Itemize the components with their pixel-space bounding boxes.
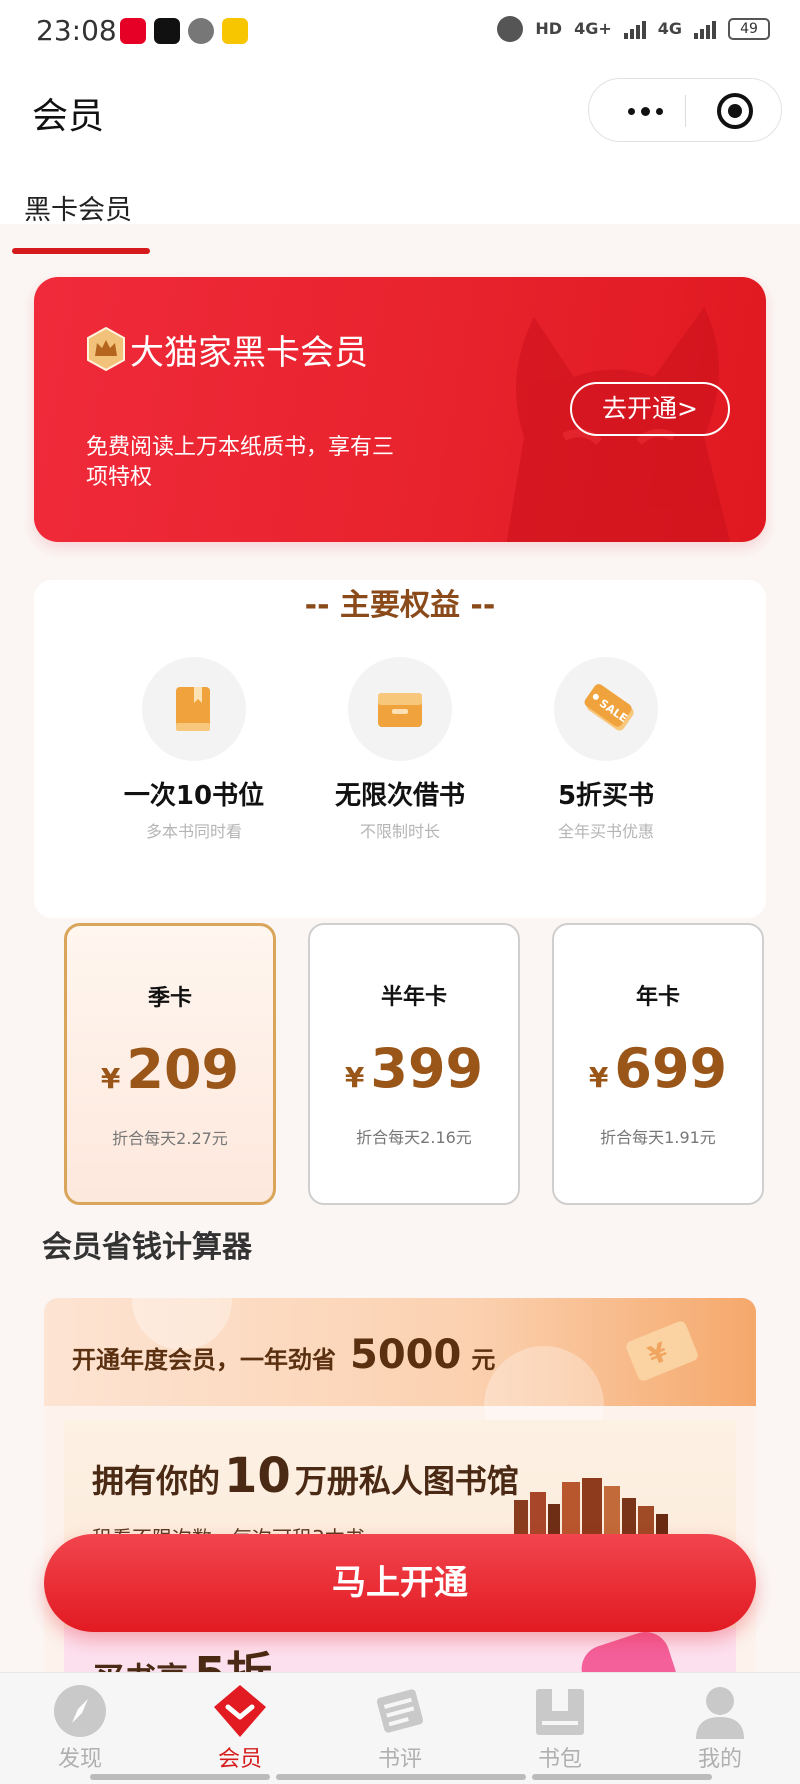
benefit-sub: 不限制时长	[359, 822, 440, 841]
page-header: 会员 黑卡会员	[0, 62, 800, 254]
benefit-name: 无限次借书	[334, 781, 465, 811]
tab-profile[interactable]: 我的	[660, 1683, 780, 1773]
compass-icon	[52, 1683, 108, 1739]
home-indicator	[90, 1774, 270, 1780]
benefit-name: 5折买书	[557, 781, 655, 811]
plan-card-halfyear[interactable]: 半年卡 ¥399 折合每天2.16元	[308, 923, 520, 1205]
tab-label: 会员	[217, 1747, 262, 1772]
library-prefix: 拥有你的	[92, 1462, 221, 1500]
plan-daily-cost: 折合每天2.16元	[356, 1128, 472, 1147]
calculator-headline: 开通年度会员，一年劲省 5000 元 ¥	[44, 1298, 756, 1466]
page-title: 会员	[32, 96, 105, 137]
discount-decor	[575, 1625, 683, 1678]
status-right: HD 4G+ 4G 49	[497, 16, 770, 42]
netease-music-icon	[120, 18, 146, 44]
tab-member[interactable]: 会员	[180, 1683, 300, 1773]
alarm-icon	[497, 16, 524, 42]
sale-tag-icon: SALE	[554, 657, 658, 761]
miniapp-capsule	[588, 78, 782, 142]
capsule-divider	[685, 95, 686, 127]
library-suffix: 万册私人图书馆	[294, 1462, 519, 1500]
price-value: 399	[370, 1037, 484, 1100]
price-value: 699	[614, 1037, 728, 1100]
review-icon	[372, 1683, 428, 1739]
banner-description: 免费阅读上万本纸质书，享有三项特权	[86, 435, 395, 490]
plan-card-yearly[interactable]: 年卡 ¥699 折合每天1.91元	[552, 923, 764, 1205]
calculator-title: 会员省钱计算器	[42, 1230, 252, 1265]
plan-name: 年卡	[635, 985, 680, 1010]
tab-discover[interactable]: 发现	[20, 1683, 140, 1773]
price-value: 209	[126, 1038, 240, 1101]
hd-indicator: HD	[535, 19, 563, 38]
tab-reviews[interactable]: 书评	[340, 1683, 460, 1773]
plan-name: 半年卡	[380, 985, 447, 1010]
status-time: 23:08	[36, 14, 117, 47]
tab-label: 我的	[697, 1747, 742, 1772]
library-number: 10	[224, 1448, 291, 1504]
currency-symbol: ¥	[344, 1061, 365, 1094]
profile-icon	[692, 1683, 748, 1739]
close-miniapp-button[interactable]	[717, 93, 753, 129]
savings-prefix: 开通年度会员，一年劲省	[72, 1346, 336, 1374]
coupon-icon: ¥	[626, 1321, 698, 1381]
crown-badge-icon	[87, 327, 125, 371]
box-icon	[348, 657, 452, 761]
savings-amount: 5000	[350, 1332, 462, 1378]
book-icon	[142, 657, 246, 761]
benefits-title: -- 主要权益 --	[304, 588, 496, 623]
currency-symbol: ¥	[588, 1061, 609, 1094]
bookbag-icon	[532, 1683, 588, 1739]
network-4gplus: 4G+	[574, 19, 612, 38]
membership-banner: 大猫家黑卡会员 免费阅读上万本纸质书，享有三项特权 去开通>	[34, 277, 766, 542]
home-indicator	[532, 1774, 712, 1780]
tab-label: 书包	[537, 1747, 582, 1772]
library-headline: 拥有你的 10 万册私人图书馆	[92, 1448, 519, 1504]
tab-bookbag[interactable]: 书包	[500, 1683, 620, 1773]
benefit-name: 一次10书位	[123, 781, 265, 811]
plan-daily-cost: 折合每天1.91元	[600, 1128, 716, 1147]
currency-symbol: ¥	[100, 1062, 121, 1095]
benefits-panel: -- 主要权益 -- 一次10书位 多本书同时看 无限次借书 不限制时长 SAL…	[34, 580, 766, 918]
plan-price: ¥699	[554, 1037, 762, 1100]
plan-price: ¥209	[67, 1038, 273, 1101]
plan-price: ¥399	[310, 1037, 518, 1100]
benefit-sub: 多本书同时看	[145, 822, 242, 841]
tab-label: 书评	[377, 1747, 422, 1772]
benefit-item: SALE 5折买书 全年买书优惠	[496, 657, 716, 842]
plan-card-quarterly[interactable]: 季卡 ¥209 折合每天2.27元	[64, 923, 276, 1205]
savings-text: 开通年度会员，一年劲省 5000 元	[72, 1332, 495, 1378]
network-4g: 4G	[657, 19, 682, 38]
tab-underline	[12, 248, 150, 254]
savings-unit: 元	[471, 1346, 496, 1374]
battery-icon: 49	[728, 18, 770, 40]
tiktok-icon	[154, 18, 180, 44]
plan-daily-cost: 折合每天2.27元	[112, 1129, 228, 1148]
car-app-icon	[222, 18, 248, 44]
member-diamond-icon	[212, 1683, 268, 1739]
benefit-item: 无限次借书 不限制时长	[290, 657, 510, 842]
signal-icon-2	[694, 19, 716, 39]
tab-black-card[interactable]: 黑卡会员	[24, 188, 132, 227]
activate-button[interactable]: 去开通>	[570, 382, 730, 436]
banner-title: 大猫家黑卡会员	[130, 333, 368, 373]
tab-label: 发现	[57, 1747, 102, 1772]
bottom-tab-bar: 发现 会员 书评 书包 我的	[0, 1672, 800, 1784]
message-icon	[188, 18, 214, 44]
status-bar: 23:08 HD 4G+ 4G 49	[0, 0, 800, 62]
activate-now-button[interactable]: 马上开通	[44, 1534, 756, 1632]
signal-icon	[623, 19, 646, 39]
home-indicator	[276, 1774, 526, 1780]
more-options-button[interactable]	[617, 79, 673, 143]
benefit-item: 一次10书位 多本书同时看	[84, 657, 304, 842]
benefit-sub: 全年买书优惠	[557, 822, 654, 841]
plan-name: 季卡	[147, 986, 192, 1011]
buy-discount-card: 买书享 5折	[64, 1625, 736, 1678]
